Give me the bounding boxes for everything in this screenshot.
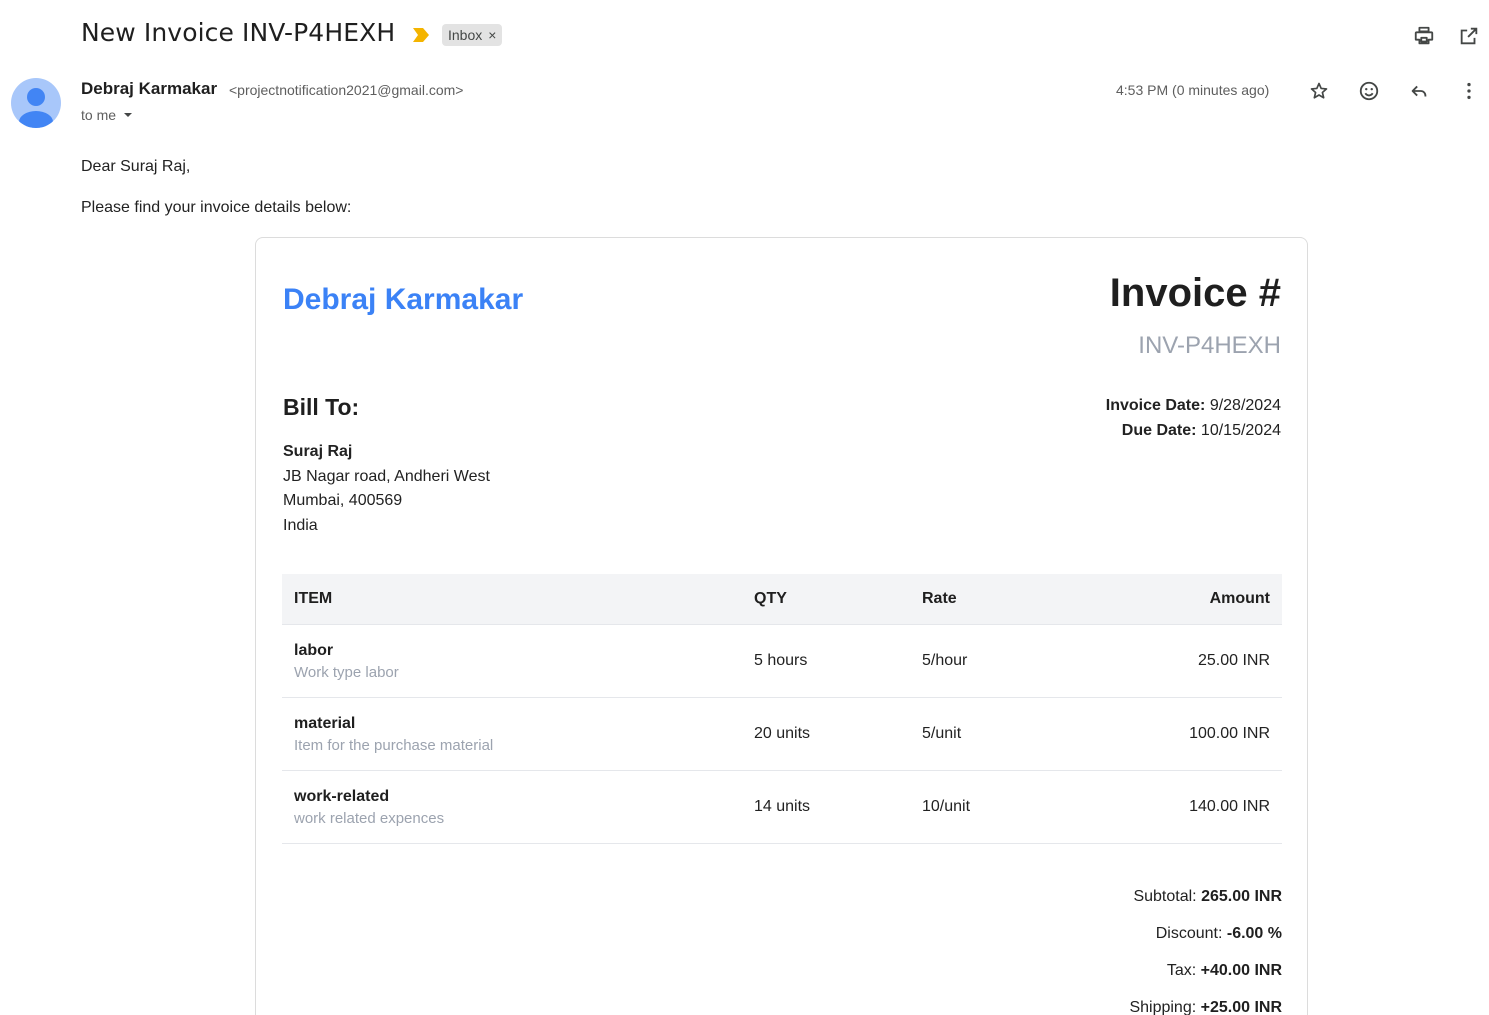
table-row: work-related work related expences 14 un… bbox=[282, 770, 1282, 844]
print-icon[interactable] bbox=[1410, 22, 1438, 50]
tax-label: Tax: bbox=[1166, 962, 1197, 979]
due-date: 10/15/2024 bbox=[1200, 422, 1281, 439]
discount-value: -6.00 % bbox=[1226, 925, 1282, 942]
reply-icon[interactable] bbox=[1405, 77, 1433, 105]
important-marker-icon[interactable] bbox=[413, 28, 429, 42]
shipping-label: Shipping: bbox=[1129, 999, 1197, 1015]
invoice-date: 9/28/2024 bbox=[1209, 397, 1281, 414]
item-name: material bbox=[294, 714, 356, 732]
tax-row: Tax: +40.00 INR bbox=[1129, 952, 1282, 989]
subtotal-row: Subtotal: 265.00 INR bbox=[1129, 878, 1282, 915]
item-qty: 20 units bbox=[742, 697, 910, 771]
client-name: Suraj Raj bbox=[283, 443, 353, 460]
invoice-totals: Subtotal: 265.00 INR Discount: -6.00 % T… bbox=[1129, 878, 1282, 1015]
avatar[interactable] bbox=[11, 78, 61, 128]
subtotal-label: Subtotal: bbox=[1133, 888, 1197, 905]
invoice-heading: Invoice # bbox=[1109, 271, 1281, 315]
invoice-card: Debraj Karmakar Invoice # INV-P4HEXH Bil… bbox=[255, 237, 1308, 1015]
inbox-label-chip[interactable]: Inbox × bbox=[442, 24, 503, 46]
item-rate: 5/unit bbox=[910, 697, 1078, 771]
client-country: India bbox=[283, 516, 318, 534]
invoice-company-name: Debraj Karmakar bbox=[283, 283, 524, 316]
bill-to-heading: Bill To: bbox=[283, 394, 360, 420]
table-row: labor Work type labor 5 hours 5/hour 25.… bbox=[282, 624, 1282, 698]
invoice-number: INV-P4HEXH bbox=[1138, 332, 1281, 359]
star-icon[interactable] bbox=[1305, 77, 1333, 105]
item-description: Work type labor bbox=[294, 663, 399, 681]
more-vert-icon[interactable] bbox=[1455, 77, 1483, 105]
item-name: work-related bbox=[294, 787, 390, 805]
email-timestamp: 4:53 PM (0 minutes ago) bbox=[1116, 82, 1270, 98]
client-address-line2: Mumbai, 400569 bbox=[283, 492, 403, 509]
table-row: material Item for the purchase material … bbox=[282, 697, 1282, 771]
subtotal-value: 265.00 INR bbox=[1201, 888, 1282, 905]
remove-label-icon[interactable]: × bbox=[488, 24, 496, 46]
item-description: work related expences bbox=[294, 809, 445, 827]
item-qty: 5 hours bbox=[742, 624, 910, 698]
column-header-amount: Amount bbox=[1078, 574, 1282, 625]
chevron-down-icon bbox=[124, 113, 133, 117]
shipping-value: +25.00 INR bbox=[1200, 999, 1282, 1015]
client-address-line1: JB Nagar road, Andheri West bbox=[283, 467, 490, 485]
email-intro: Please find your invoice details below: bbox=[81, 199, 352, 216]
column-header-qty: QTY bbox=[742, 574, 910, 625]
item-description: Item for the purchase material bbox=[294, 736, 494, 754]
discount-label: Discount: bbox=[1155, 925, 1223, 942]
invoice-items-table: ITEM QTY Rate Amount labor Work type lab… bbox=[282, 574, 1282, 844]
item-amount: 100.00 INR bbox=[1078, 697, 1282, 771]
invoice-date-label: Invoice Date: bbox=[1105, 397, 1206, 414]
item-amount: 25.00 INR bbox=[1078, 624, 1282, 698]
item-name: labor bbox=[294, 641, 334, 659]
email-greeting: Dear Suraj Raj, bbox=[81, 158, 191, 175]
item-qty: 14 units bbox=[742, 770, 910, 844]
email-view: New Invoice INV-P4HEXH Inbox × Debraj Ka… bbox=[0, 0, 1489, 1015]
shipping-row: Shipping: +25.00 INR bbox=[1129, 989, 1282, 1015]
sender-email: <projectnotification2021@gmail.com> bbox=[229, 82, 464, 98]
column-header-item: ITEM bbox=[282, 574, 742, 625]
item-rate: 5/hour bbox=[910, 624, 1078, 698]
sender-name[interactable]: Debraj Karmakar bbox=[81, 79, 217, 99]
client-address: Suraj Raj JB Nagar road, Andheri West Mu… bbox=[283, 440, 490, 538]
item-amount: 140.00 INR bbox=[1078, 770, 1282, 844]
tax-value: +40.00 INR bbox=[1200, 962, 1282, 979]
table-header-row: ITEM QTY Rate Amount bbox=[282, 574, 1282, 625]
emoji-reaction-icon[interactable] bbox=[1355, 77, 1383, 105]
open-in-new-window-icon[interactable] bbox=[1455, 22, 1483, 50]
inbox-label-text: Inbox bbox=[448, 27, 483, 43]
item-rate: 10/unit bbox=[910, 770, 1078, 844]
recipient-details-toggle[interactable]: to me bbox=[81, 107, 136, 123]
recipient-label: to me bbox=[81, 107, 117, 123]
column-header-rate: Rate bbox=[910, 574, 1078, 625]
due-date-label: Due Date: bbox=[1121, 422, 1197, 439]
email-subject: New Invoice INV-P4HEXH bbox=[81, 18, 396, 47]
invoice-dates: Invoice Date: 9/28/2024 Due Date: 10/15/… bbox=[1106, 393, 1281, 443]
discount-row: Discount: -6.00 % bbox=[1129, 915, 1282, 952]
